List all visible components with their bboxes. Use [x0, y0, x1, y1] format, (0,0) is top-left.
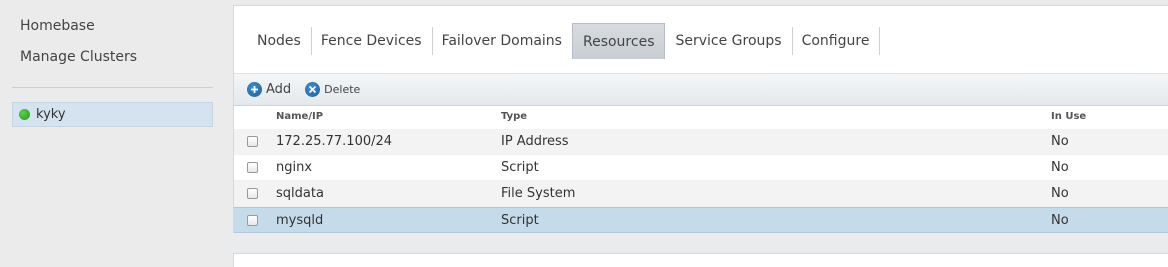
resources-table: 172.25.77.100/24 IP Address No nginx Scr…: [234, 129, 1168, 233]
resource-type: Script: [501, 160, 539, 175]
status-online-icon: [19, 109, 30, 120]
table-row-selected[interactable]: mysqld Script No: [234, 207, 1168, 233]
tab-configure[interactable]: Configure: [791, 23, 880, 59]
resource-type: File System: [501, 186, 576, 201]
resources-toolbar: Add Delete: [234, 73, 1168, 106]
table-row[interactable]: nginx Script No: [234, 155, 1168, 181]
details-panel: [233, 253, 1168, 267]
column-header-name[interactable]: Name/IP: [276, 111, 323, 122]
tab-failover-domains[interactable]: Failover Domains: [431, 23, 572, 59]
table-header: Name/IP Type In Use: [234, 106, 1168, 128]
add-button[interactable]: Add: [247, 82, 291, 97]
delete-button[interactable]: Delete: [305, 82, 360, 97]
tab-fence-devices[interactable]: Fence Devices: [310, 23, 432, 59]
tab-service-groups[interactable]: Service Groups: [665, 23, 791, 59]
resources-panel: Nodes Fence Devices Failover Domains Res…: [233, 5, 1168, 233]
cluster-tabs: Nodes Fence Devices Failover Domains Res…: [247, 23, 881, 59]
resource-type: Script: [501, 213, 539, 228]
x-icon: [305, 82, 321, 97]
table-row[interactable]: sqldata File System No: [234, 181, 1168, 207]
cluster-name: kyky: [36, 107, 66, 122]
cluster-item-kyky[interactable]: kyky: [12, 102, 213, 127]
resource-in-use: No: [1051, 213, 1069, 228]
delete-label: Delete: [324, 83, 361, 96]
nav-link-manage-clusters[interactable]: Manage Clusters: [20, 49, 137, 65]
column-header-in-use[interactable]: In Use: [1051, 111, 1086, 122]
resource-type: IP Address: [501, 134, 569, 149]
resource-in-use: No: [1051, 186, 1069, 201]
row-checkbox[interactable]: [247, 188, 258, 199]
plus-icon: [247, 82, 262, 97]
table-row[interactable]: 172.25.77.100/24 IP Address No: [234, 129, 1168, 155]
tab-nodes[interactable]: Nodes: [247, 23, 311, 59]
resource-name: 172.25.77.100/24: [276, 134, 393, 149]
row-checkbox[interactable]: [247, 162, 258, 173]
column-header-type[interactable]: Type: [501, 111, 527, 122]
tab-separator: [879, 27, 881, 55]
resource-in-use: No: [1051, 160, 1069, 175]
resource-name: sqldata: [276, 186, 324, 201]
resource-in-use: No: [1051, 134, 1069, 149]
resource-name: nginx: [276, 160, 313, 175]
resource-name: mysqld: [276, 213, 324, 228]
sidebar-divider: [12, 87, 213, 88]
row-checkbox[interactable]: [247, 136, 258, 147]
add-label: Add: [266, 82, 292, 97]
tab-resources[interactable]: Resources: [571, 23, 666, 59]
nav-link-homebase[interactable]: Homebase: [20, 18, 95, 34]
row-checkbox[interactable]: [247, 215, 258, 226]
sidebar: Homebase Manage Clusters kyky: [0, 0, 230, 267]
